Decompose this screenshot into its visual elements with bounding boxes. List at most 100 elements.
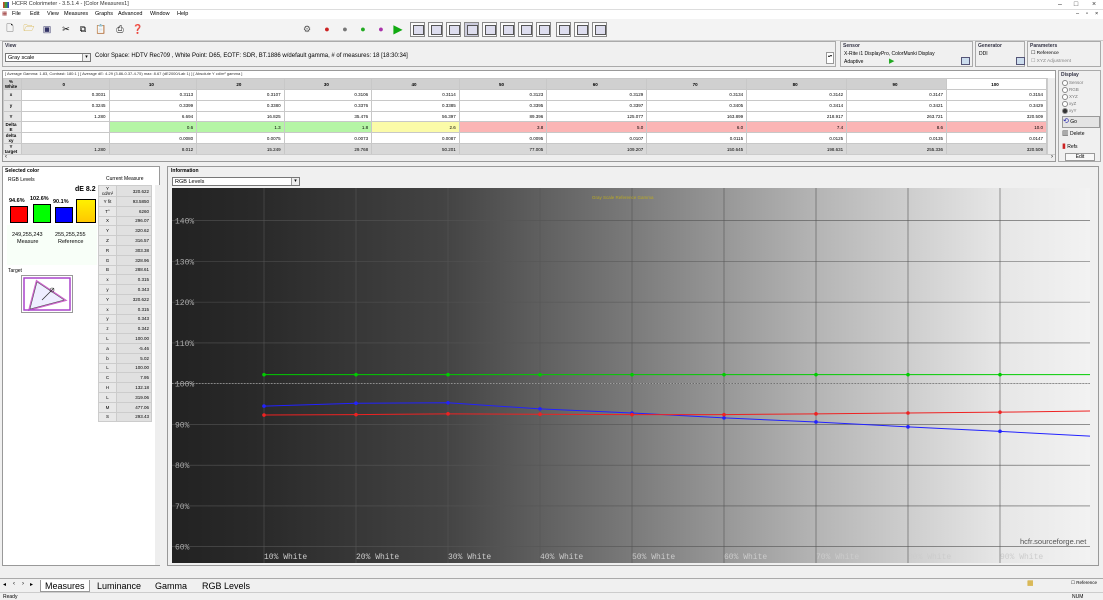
table-cell[interactable]: 6.0 [646, 121, 748, 134]
radio-rgb[interactable]: RGB [1062, 87, 1079, 93]
column-header[interactable]: 10 [108, 78, 198, 90]
rgb-measure-icon[interactable]: ● [320, 22, 334, 36]
tab-nav-first[interactable]: ◂ [3, 581, 6, 588]
tab-rgb-levels[interactable]: RGB Levels [198, 580, 254, 592]
radio-xyz-small[interactable]: xyZ [1062, 101, 1076, 107]
table-cell[interactable]: 0.0125 [746, 132, 848, 145]
table-cell[interactable]: 0.3134 [646, 89, 748, 101]
table-cell[interactable]: 8.6 [846, 121, 948, 134]
table-cell[interactable]: 0.3147 [846, 89, 948, 101]
mdi-minimize[interactable]: – [1076, 11, 1079, 17]
table-cell[interactable]: 0.0080 [108, 132, 198, 145]
current-measure-scrollbar[interactable] [155, 185, 160, 565]
table-cell[interactable]: 0.3106 [283, 89, 373, 101]
menu-file[interactable]: File [12, 11, 21, 17]
column-header[interactable]: 20 [196, 78, 285, 90]
reference-checkbox[interactable]: ☐ Reference [1031, 51, 1059, 56]
saturation-measure-icon[interactable]: ● [374, 22, 388, 36]
column-header[interactable]: 80 [746, 78, 848, 90]
table-cell[interactable]: 0.0135 [846, 132, 948, 145]
view-window-icon-11[interactable] [592, 22, 607, 37]
table-cell[interactable]: 0.0087 [371, 132, 460, 145]
view-window-icon-2[interactable] [428, 22, 443, 37]
menu-measures[interactable]: Measures [64, 11, 88, 17]
table-cell[interactable]: 1.3 [196, 121, 285, 134]
help-icon[interactable]: ❓ [131, 22, 145, 36]
menu-view[interactable]: View [47, 11, 59, 17]
column-header[interactable]: 100 [946, 78, 1047, 90]
column-header[interactable]: 30 [283, 78, 373, 90]
minimize-button[interactable]: – [1053, 0, 1067, 10]
view-window-icon-4[interactable] [464, 22, 479, 37]
tab-measures[interactable]: Measures [40, 580, 90, 592]
view-window-icon-1[interactable] [410, 22, 425, 37]
table-cell[interactable]: 0.3142 [746, 89, 848, 101]
table-cell[interactable]: 218.917 [746, 110, 848, 123]
table-cell[interactable]: 0.6 [108, 121, 198, 134]
table-cell[interactable]: 0.0115 [646, 132, 748, 145]
view-select[interactable]: Gray scale ▾ [5, 53, 91, 62]
refs-button[interactable]: ▮ Refs [1062, 142, 1100, 152]
view-window-icon-7[interactable] [518, 22, 533, 37]
table-cell[interactable]: 0.3113 [108, 89, 198, 101]
generator-config-icon[interactable] [1016, 57, 1025, 65]
table-cell[interactable]: 5.0 [546, 121, 648, 134]
tab-luminance[interactable]: Luminance [93, 580, 145, 592]
table-cell[interactable]: 89.396 [458, 110, 548, 123]
table-cell[interactable]: 0.3405 [646, 99, 748, 112]
mdi-close[interactable]: × [1095, 11, 1098, 17]
column-header[interactable]: 70 [646, 78, 748, 90]
table-cell[interactable]: 0.3114 [371, 89, 460, 101]
table-cell[interactable]: 0.3395 [458, 99, 548, 112]
table-cell[interactable]: 0.3421 [846, 99, 948, 112]
mdi-restore[interactable]: ▫ [1086, 11, 1088, 17]
table-cell[interactable]: 0.3031 [21, 89, 110, 101]
sensor-icon[interactable]: ⚙ [300, 22, 314, 36]
table-cell[interactable]: 263.721 [846, 110, 948, 123]
new-file-icon[interactable]: 🗋 [3, 22, 17, 36]
status-reference-checkbox[interactable]: ☐ Reference [1071, 580, 1097, 586]
table-cell[interactable]: 0.3429 [946, 99, 1047, 112]
tab-nav-last[interactable]: ▸ [30, 581, 33, 588]
table-vscrollbar[interactable] [1047, 78, 1055, 154]
view-window-icon-6[interactable] [500, 22, 515, 37]
table-cell[interactable]: 35.476 [283, 110, 373, 123]
table-cell[interactable]: 0.3107 [196, 89, 285, 101]
table-cell[interactable]: 6.694 [108, 110, 198, 123]
table-cell[interactable]: 163.899 [646, 110, 748, 123]
table-cell[interactable]: 16.825 [196, 110, 285, 123]
column-header[interactable]: 50 [458, 78, 548, 90]
play-icon[interactable]: ▶ [391, 22, 405, 36]
table-cell[interactable]: 0.3154 [946, 89, 1047, 101]
table-cell[interactable]: 1.280 [21, 110, 110, 123]
menu-graphs[interactable]: Graphs [95, 11, 113, 17]
table-cell[interactable]: 3.8 [458, 121, 548, 134]
column-header[interactable]: 0 [21, 78, 110, 90]
close-button[interactable]: × [1087, 0, 1101, 10]
view-window-icon-5[interactable] [482, 22, 497, 37]
table-cell[interactable]: 0.3245 [21, 99, 110, 112]
table-cell[interactable]: 320.509 [946, 110, 1047, 123]
radio-sensor[interactable]: Sensor [1062, 80, 1083, 86]
column-header[interactable]: 60 [546, 78, 648, 90]
table-cell[interactable]: 0.0095 [458, 132, 548, 145]
table-cell[interactable]: 0.3385 [371, 99, 460, 112]
view-window-icon-9[interactable] [556, 22, 571, 37]
column-header[interactable]: 90 [846, 78, 948, 90]
table-cell[interactable] [21, 132, 110, 145]
tab-nav-prev[interactable]: ‹ [13, 581, 15, 587]
copy-icon[interactable]: ⧉ [76, 22, 90, 36]
tab-nav-next[interactable]: › [22, 581, 24, 587]
table-cell[interactable] [21, 121, 110, 134]
table-cell[interactable]: 0.3399 [108, 99, 198, 112]
go-button[interactable]: ⟲ Go [1062, 116, 1100, 128]
tab-gamma[interactable]: Gamma [151, 580, 191, 592]
menu-advanced[interactable]: Advanced [118, 11, 142, 17]
save-icon[interactable]: ▣ [40, 22, 54, 36]
view-window-icon-8[interactable] [536, 22, 551, 37]
table-cell[interactable]: 1.8 [283, 121, 373, 134]
paste-icon[interactable]: 📋 [94, 22, 108, 36]
view-window-icon-3[interactable] [446, 22, 461, 37]
sensor-play-icon[interactable]: ▶ [889, 57, 894, 65]
view-window-icon-10[interactable] [574, 22, 589, 37]
